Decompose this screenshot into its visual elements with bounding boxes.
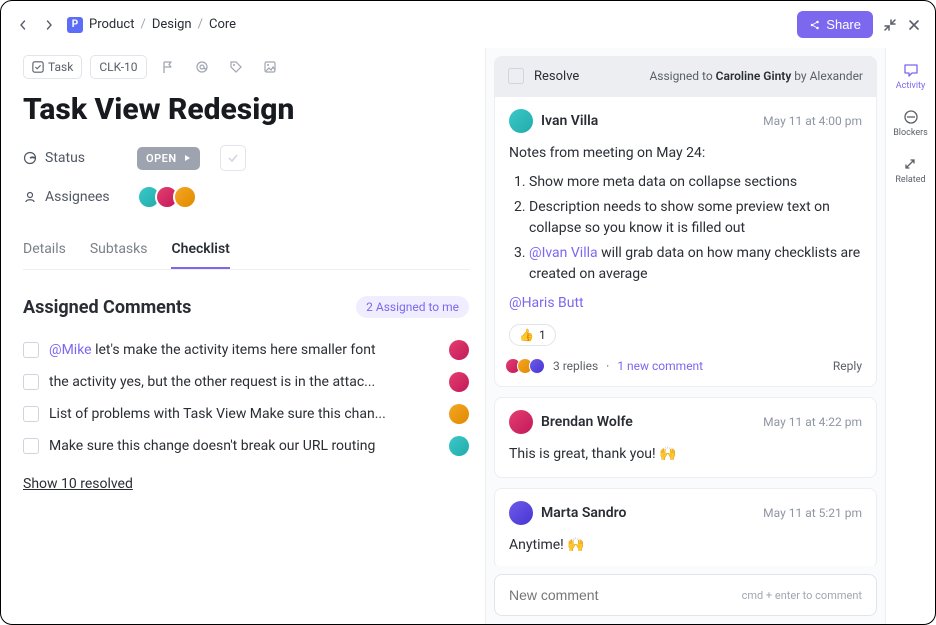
sidebar-item-blockers[interactable]: Blockers [893,109,928,138]
comment-timestamp: May 11 at 4:22 pm [763,415,862,429]
reaction-button[interactable]: 👍 1 [509,324,556,346]
composer-hint: cmd + enter to comment [742,589,862,602]
share-button[interactable]: Share [797,11,873,38]
breadcrumb-level1[interactable]: Product [89,17,134,32]
sidebar-item-activity[interactable]: Activity [896,62,925,91]
related-icon [902,156,918,172]
person-icon [23,190,37,204]
assignees-label: Assignees [23,189,123,205]
breadcrumb: P Product/ Design/ Core [67,17,236,33]
assigned-to-text: Assigned to Caroline Ginty by Alexander [649,69,863,83]
tab-details[interactable]: Details [23,231,66,269]
resolve-label: Resolve [534,69,579,84]
tab-checklist[interactable]: Checklist [171,231,229,269]
mention[interactable]: @Ivan Villa [529,245,598,261]
checkbox[interactable] [23,374,39,390]
assigned-comments-title: Assigned Comments [23,297,191,318]
comment-author: Ivan Villa [541,113,598,129]
avatar [529,358,545,374]
list-item[interactable]: the activity yes, but the other request … [23,366,469,398]
list-item[interactable]: List of problems with Task View Make sur… [23,398,469,430]
close-button[interactable] [907,18,921,32]
comment-author: Marta Sandro [541,505,626,521]
comment-body: This is great, thank you! 🙌 [509,444,862,465]
mention[interactable]: @Mike [49,342,92,358]
avatar[interactable] [173,185,197,209]
checkbox[interactable] [23,438,39,454]
avatar[interactable] [509,109,533,133]
comment-body: Anytime! 🙌 [509,535,862,556]
breadcrumb-level2[interactable]: Design [152,17,192,32]
show-resolved-link[interactable]: Show 10 resolved [23,476,133,492]
comment-input[interactable] [509,587,742,603]
task-pill-label: Task [48,60,73,74]
task-type-pill[interactable]: Task [23,55,82,79]
reply-button[interactable]: Reply [833,359,862,373]
comment-timestamp: May 11 at 4:00 pm [763,114,862,128]
image-icon[interactable] [257,54,283,80]
checkbox[interactable] [23,342,39,358]
play-icon [183,154,191,162]
task-id-pill[interactable]: CLK-10 [90,55,146,79]
status-badge[interactable]: OPEN [137,147,200,170]
sidebar-item-related[interactable]: Related [895,156,925,185]
comment-icon [903,62,919,78]
share-label: Share [826,17,861,32]
avatar[interactable] [509,501,533,525]
minimize-button[interactable] [883,18,897,32]
share-icon [809,19,821,31]
assigned-count-badge: 2 Assigned to me [356,296,469,318]
status-icon [23,151,37,165]
mention-icon[interactable] [189,54,215,80]
comment-composer[interactable]: cmd + enter to comment [494,574,877,616]
status-label: Status [23,150,123,166]
nav-forward-button[interactable] [41,17,57,33]
complete-button[interactable] [220,145,246,171]
avatar[interactable] [509,410,533,434]
avatar[interactable] [449,404,469,424]
nav-back-button[interactable] [15,17,31,33]
assignee-avatars[interactable] [137,185,197,209]
avatar[interactable] [449,340,469,360]
comment-body: Notes from meeting on May 24: Show more … [509,143,862,314]
check-icon [32,61,44,73]
tab-subtasks[interactable]: Subtasks [90,231,148,269]
avatar[interactable] [449,372,469,392]
resolve-checkbox[interactable] [508,68,524,84]
project-badge: P [67,17,83,33]
comment-timestamp: May 11 at 5:21 pm [763,506,862,520]
checkbox[interactable] [23,406,39,422]
new-comment-label[interactable]: 1 new comment [617,359,703,373]
page-title: Task View Redesign [23,92,469,127]
avatar[interactable] [449,436,469,456]
comment-author: Brendan Wolfe [541,414,633,430]
tag-icon[interactable] [223,54,249,80]
mention[interactable]: @Haris Butt [509,295,584,311]
reply-avatars [509,358,545,374]
list-item[interactable]: Make sure this change doesn't break our … [23,430,469,462]
replies-count[interactable]: 3 replies [553,359,598,373]
breadcrumb-level3[interactable]: Core [209,17,236,32]
blocker-icon [903,109,919,125]
flag-icon[interactable] [155,54,181,80]
list-item[interactable]: @Mike let's make the activity items here… [23,334,469,366]
